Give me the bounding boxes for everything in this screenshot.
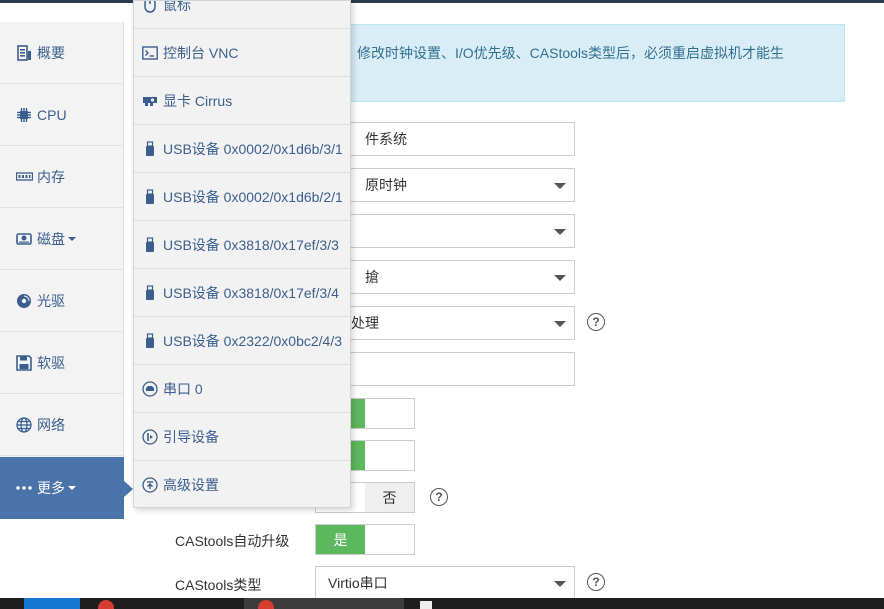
- toggle-off-label: 否: [365, 483, 414, 512]
- more-icon: [15, 479, 33, 497]
- form-select-2-value: 原时钟: [365, 177, 407, 193]
- sidebar-item-label: 光驱: [37, 292, 65, 309]
- toggle-on-label: 是: [316, 525, 365, 554]
- chevron-down-icon: [554, 183, 566, 189]
- sidebar-item-label: 软驱: [37, 354, 65, 371]
- sidebar-item-disk[interactable]: 磁盘: [0, 208, 124, 270]
- advanced-settings-icon: [142, 476, 158, 493]
- chevron-down-icon: [68, 486, 76, 490]
- usb-icon: [142, 332, 158, 349]
- more-dropdown-menu: 鼠标 控制台 VNC 显卡 Cirrus USB设备 0x0002/0x1d6b…: [133, 0, 351, 508]
- chevron-down-icon: [554, 275, 566, 281]
- castools-upgrade-toggle[interactable]: 是: [315, 524, 415, 555]
- floppy-icon: [15, 354, 33, 372]
- menu-item-console-vnc[interactable]: 控制台 VNC: [134, 29, 350, 77]
- graphics-card-icon: [142, 93, 158, 109]
- network-icon: [15, 416, 33, 434]
- sidebar-item-network[interactable]: 网络: [0, 394, 124, 456]
- cdrom-icon: [15, 292, 33, 310]
- serial-port-icon: [142, 380, 158, 397]
- console-icon: [142, 45, 158, 61]
- menu-item-label: 引导设备: [163, 428, 219, 445]
- menu-item-label: USB设备 0x3818/0x17ef/3/3: [163, 236, 339, 253]
- menu-item-graphics-card[interactable]: 显卡 Cirrus: [134, 77, 350, 125]
- info-banner-text: 停状态，修改时钟设置、I/O优先级、CAStools类型后，必须重启虚拟机才能生: [301, 45, 785, 61]
- sidebar-item-label: 磁盘: [37, 230, 65, 247]
- info-banner: 停状态，修改时钟设置、I/O优先级、CAStools类型后，必须重启虚拟机才能生: [300, 24, 845, 102]
- usb-icon: [142, 284, 158, 301]
- menu-item-label: 显卡 Cirrus: [163, 92, 233, 109]
- menu-item-usb-2[interactable]: USB设备 0x0002/0x1d6b/2/1: [134, 173, 350, 221]
- usb-icon: [142, 140, 158, 157]
- form-select-5-value: 处理: [351, 315, 379, 331]
- memory-icon: [15, 168, 33, 186]
- menu-item-label: USB设备 0x0002/0x1d6b/3/1: [163, 140, 343, 157]
- menu-item-label: 控制台 VNC: [163, 44, 239, 61]
- sidebar-item-cpu[interactable]: CPU: [0, 84, 124, 146]
- cpu-icon: [15, 106, 33, 124]
- menu-item-label: 高级设置: [163, 476, 219, 493]
- menu-item-label: USB设备 0x3818/0x17ef/3/4: [163, 284, 339, 301]
- sidebar-item-summary[interactable]: 概要: [0, 22, 124, 84]
- menu-item-label: 串口 0: [163, 380, 203, 397]
- help-icon[interactable]: ?: [587, 313, 605, 331]
- sidebar: 概要 CPU 内存 磁盘 光驱 软驱 网络 更多: [0, 22, 133, 519]
- menu-item-usb-5[interactable]: USB设备 0x2322/0x0bc2/4/3: [134, 317, 350, 365]
- castools-type-select[interactable]: Virtio串口: [315, 566, 575, 600]
- taskbar-app-icon[interactable]: [98, 600, 114, 609]
- sidebar-item-label: 网络: [37, 416, 65, 433]
- menu-item-serial-port[interactable]: 串口 0: [134, 365, 350, 413]
- summary-icon: [15, 44, 33, 62]
- sidebar-item-more[interactable]: 更多: [0, 457, 133, 519]
- chevron-down-icon: [68, 236, 76, 241]
- menu-item-usb-1[interactable]: USB设备 0x0002/0x1d6b/3/1: [134, 125, 350, 173]
- sidebar-item-label: 概要: [37, 44, 65, 61]
- taskbar-document-icon[interactable]: [420, 601, 432, 609]
- castools-type-value: Virtio串口: [328, 575, 388, 591]
- usb-icon: [142, 236, 158, 253]
- mouse-icon: [142, 1, 158, 13]
- usb-icon: [142, 188, 158, 205]
- castools-upgrade-label: CAStools自动升级: [175, 533, 290, 549]
- taskbar-app-icon[interactable]: [258, 600, 274, 609]
- menu-item-boot-device[interactable]: 引导设备: [134, 413, 350, 461]
- menu-item-advanced-settings[interactable]: 高级设置: [134, 461, 350, 507]
- help-icon[interactable]: ?: [587, 573, 605, 591]
- help-icon[interactable]: ?: [430, 488, 448, 506]
- menu-item-usb-3[interactable]: USB设备 0x3818/0x17ef/3/3: [134, 221, 350, 269]
- taskbar: [0, 598, 884, 609]
- boot-device-icon: [142, 428, 158, 445]
- chevron-down-icon: [554, 229, 566, 235]
- menu-item-label: USB设备 0x0002/0x1d6b/2/1: [163, 188, 343, 205]
- sidebar-item-cdrom[interactable]: 光驱: [0, 270, 124, 332]
- sidebar-item-label: CPU: [37, 106, 67, 123]
- chevron-down-icon: [554, 581, 566, 587]
- menu-item-label: USB设备 0x2322/0x0bc2/4/3: [163, 332, 342, 349]
- sidebar-item-label: 内存: [37, 168, 65, 185]
- disk-icon: [15, 230, 33, 248]
- menu-item-mouse[interactable]: 鼠标: [134, 0, 350, 29]
- form-field-1-value: 件系统: [365, 131, 407, 147]
- menu-item-label: 鼠标: [163, 0, 191, 13]
- taskbar-start-button[interactable]: [24, 598, 80, 609]
- castools-type-label: CAStools类型: [175, 577, 262, 593]
- sidebar-item-memory[interactable]: 内存: [0, 146, 124, 208]
- form-select-4-value: 搶: [365, 269, 379, 285]
- sidebar-item-floppy[interactable]: 软驱: [0, 332, 124, 394]
- sidebar-item-label: 更多: [37, 480, 65, 496]
- chevron-down-icon: [554, 321, 566, 327]
- menu-item-usb-4[interactable]: USB设备 0x3818/0x17ef/3/4: [134, 269, 350, 317]
